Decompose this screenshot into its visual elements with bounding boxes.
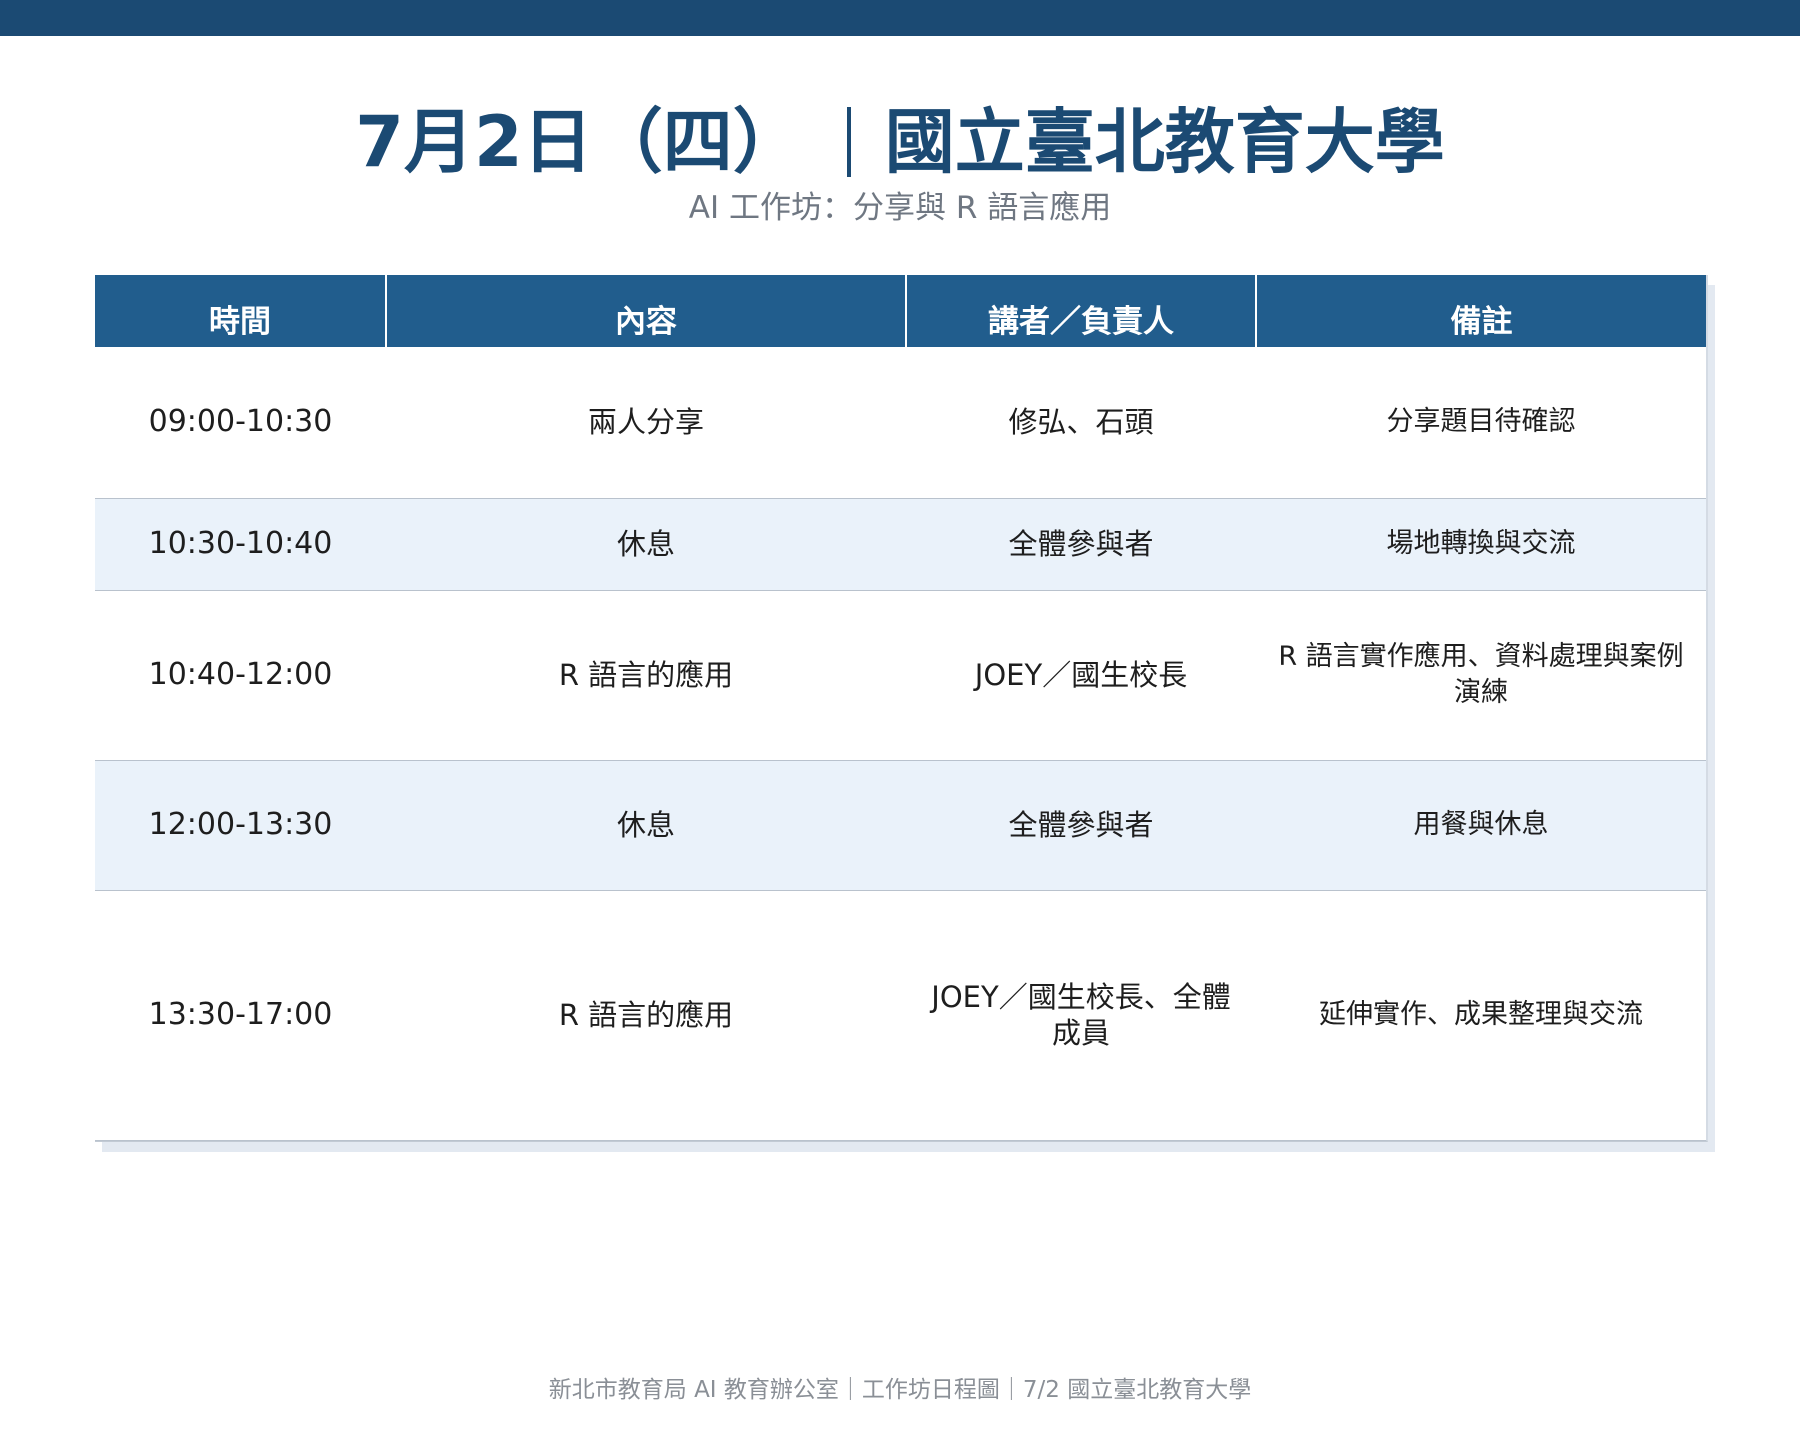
column-header-content: 內容 — [385, 275, 906, 347]
cell-content: 休息 — [386, 760, 906, 891]
column-header-speaker: 講者／負責人 — [905, 275, 1256, 347]
schedule-table-container: 時間 內容 講者／負責人 備註 09:00-10:30 兩人分享 修弘、石頭 分… — [95, 275, 1708, 1142]
cell-time: 09:00-10:30 — [95, 347, 386, 499]
cell-note: R 語言實作應用、資料處理與案例演練 — [1256, 590, 1706, 761]
column-header-time: 時間 — [95, 275, 386, 347]
cell-speaker: 修弘、石頭 — [906, 347, 1256, 499]
cell-note: 用餐與休息 — [1256, 760, 1706, 891]
cell-note: 延伸實作、成果整理與交流 — [1256, 890, 1706, 1141]
cell-speaker: JOEY／國生校長 — [906, 590, 1256, 761]
title-block: 7月2日（四） 國立臺北教育大學 AI 工作坊：分享與 R 語言應用 — [0, 98, 1800, 230]
table-row: 13:30-17:00 R 語言的應用 JOEY／國生校長、全體成員 延伸實作、… — [95, 890, 1706, 1141]
cell-content: 兩人分享 — [386, 347, 906, 499]
cell-content: R 語言的應用 — [386, 590, 906, 761]
cell-speaker: 全體參與者 — [906, 498, 1256, 591]
cell-content: 休息 — [386, 498, 906, 591]
cell-speaker: 全體參與者 — [906, 760, 1256, 891]
top-banner-bar — [0, 0, 1800, 36]
title-venue: 國立臺北教育大學 — [884, 101, 1445, 183]
schedule-table: 時間 內容 講者／負責人 備註 09:00-10:30 兩人分享 修弘、石頭 分… — [95, 275, 1706, 1141]
cell-content: R 語言的應用 — [386, 890, 906, 1141]
title-separator — [846, 107, 851, 177]
title-date: 7月2日（四） — [355, 101, 803, 183]
cell-time: 13:30-17:00 — [95, 890, 386, 1141]
table-row: 10:40-12:00 R 語言的應用 JOEY／國生校長 R 語言實作應用、資… — [95, 590, 1706, 761]
cell-time: 10:40-12:00 — [95, 590, 386, 761]
cell-note: 場地轉換與交流 — [1256, 498, 1706, 591]
table-row: 10:30-10:40 休息 全體參與者 場地轉換與交流 — [95, 498, 1706, 591]
page-footer: 新北市教育局 AI 教育辦公室｜工作坊日程圖｜7/2 國立臺北教育大學 — [548, 1377, 1252, 1403]
table-row: 12:00-13:30 休息 全體參與者 用餐與休息 — [95, 760, 1706, 891]
cell-time: 12:00-13:30 — [95, 760, 386, 891]
table-header-row: 時間 內容 講者／負責人 備註 — [95, 275, 1706, 347]
cell-time: 10:30-10:40 — [95, 498, 386, 591]
column-header-note: 備註 — [1255, 275, 1706, 347]
table-row: 09:00-10:30 兩人分享 修弘、石頭 分享題目待確認 — [95, 347, 1706, 499]
page-title: 7月2日（四） 國立臺北教育大學 — [0, 98, 1800, 186]
page-subtitle: AI 工作坊：分享與 R 語言應用 — [688, 190, 1112, 226]
cell-note: 分享題目待確認 — [1256, 347, 1706, 499]
cell-speaker: JOEY／國生校長、全體成員 — [906, 890, 1256, 1141]
